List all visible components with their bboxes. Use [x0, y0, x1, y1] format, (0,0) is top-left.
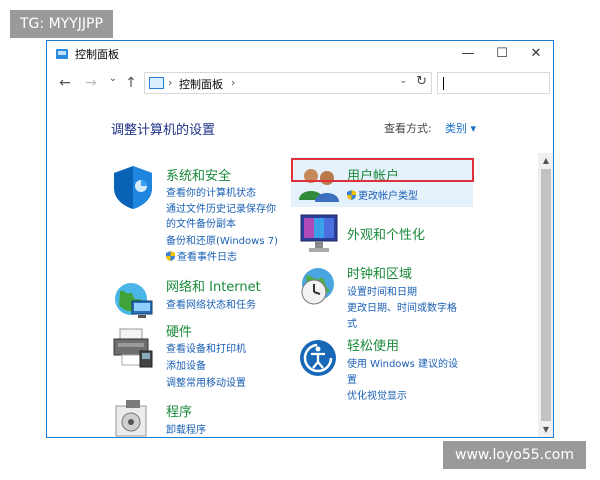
category-ease-of-access[interactable]: 轻松使用	[347, 335, 399, 354]
link-change-account-type-label: 更改帐户类型	[358, 191, 418, 202]
clock-region-icon[interactable]	[296, 264, 342, 310]
content-area: 调整计算机的设置 查看方式: 类别 ▾ 系统和安全 查看你的计算机状态 通过文件…	[47, 101, 538, 438]
uac-shield-icon	[347, 190, 356, 200]
link-add-device[interactable]: 添加设备	[166, 357, 206, 372]
link-backup-restore[interactable]: 备份和还原(Windows 7)	[166, 232, 278, 247]
breadcrumb-separator[interactable]: ›	[231, 76, 235, 89]
recent-locations-dropdown[interactable]: ⌄	[105, 73, 121, 84]
view-by-dropdown[interactable]: 类别 ▾	[445, 120, 476, 136]
forward-button[interactable]: →	[83, 75, 99, 91]
category-network-internet[interactable]: 网络和 Internet	[166, 276, 261, 295]
address-bar[interactable]: › 控制面板 › ⌄ ↻	[144, 72, 432, 94]
appearance-monitor-icon[interactable]	[297, 211, 341, 257]
up-button[interactable]: ↑	[123, 75, 139, 91]
red-annotation-box	[291, 158, 474, 182]
title-bar: 控制面板 — ☐ ✕	[47, 41, 553, 67]
uac-shield-icon	[166, 251, 175, 261]
refresh-icon[interactable]: ↻	[416, 74, 427, 89]
category-clock-region[interactable]: 时钟和区域	[347, 263, 412, 282]
link-optimize-visual[interactable]: 优化视觉显示	[347, 387, 407, 402]
link-mobility-settings[interactable]: 调整常用移动设置	[166, 374, 246, 389]
link-network-status[interactable]: 查看网络状态和任务	[166, 296, 256, 311]
search-input[interactable]	[437, 72, 550, 94]
control-panel-icon	[56, 49, 68, 59]
link-change-format-1[interactable]: 更改日期、时间或数字格	[347, 299, 457, 314]
scroll-thumb[interactable]	[541, 169, 551, 421]
text-caret	[443, 77, 444, 90]
scroll-down-arrow[interactable]: ▼	[538, 422, 553, 437]
network-globe-icon[interactable]	[110, 277, 156, 323]
control-panel-small-icon	[149, 77, 164, 89]
minimize-button[interactable]: —	[451, 41, 485, 67]
maximize-button[interactable]: ☐	[485, 41, 519, 67]
printer-hardware-icon[interactable]	[110, 325, 156, 371]
breadcrumb-control-panel[interactable]: 控制面板	[179, 76, 223, 92]
link-windows-suggested-1[interactable]: 使用 Windows 建议的设	[347, 355, 458, 370]
link-uninstall-program[interactable]: 卸载程序	[166, 421, 206, 436]
link-set-time-date[interactable]: 设置时间和日期	[347, 283, 417, 298]
programs-icon[interactable]	[112, 398, 158, 438]
close-button[interactable]: ✕	[519, 41, 553, 67]
link-view-event-log-label: 查看事件日志	[177, 252, 237, 263]
category-system-security[interactable]: 系统和安全	[166, 165, 231, 184]
breadcrumb-separator: ›	[168, 76, 173, 89]
scroll-up-arrow[interactable]: ▲	[538, 153, 553, 169]
link-file-history-2[interactable]: 的文件备份副本	[166, 215, 236, 230]
link-devices-printers[interactable]: 查看设备和打印机	[166, 340, 246, 355]
watermark-bottom-right: www.loyo55.com	[443, 441, 586, 469]
vertical-scrollbar[interactable]: ▲ ▼	[538, 153, 553, 437]
link-file-history-1[interactable]: 通过文件历史记录保存你	[166, 200, 276, 215]
category-programs[interactable]: 程序	[166, 401, 192, 420]
ease-of-access-icon[interactable]	[296, 336, 342, 382]
page-title: 调整计算机的设置	[111, 123, 216, 138]
back-button[interactable]: ←	[57, 75, 73, 91]
category-appearance[interactable]: 外观和个性化	[347, 224, 425, 243]
link-view-computer-status[interactable]: 查看你的计算机状态	[166, 184, 256, 199]
view-by-label: 查看方式:	[384, 122, 432, 135]
system-security-shield-icon[interactable]	[110, 164, 156, 210]
link-change-format-2[interactable]: 式	[347, 315, 357, 330]
address-dropdown[interactable]: ⌄	[399, 76, 407, 86]
window-title: 控制面板	[75, 48, 119, 61]
link-change-account-type[interactable]: 更改帐户类型	[347, 187, 418, 202]
control-panel-window: 控制面板 — ☐ ✕ ← → ⌄ ↑ › 控制面板 › ⌄ ↻ 调整计算机的设置…	[46, 40, 554, 438]
link-view-event-log[interactable]: 查看事件日志	[166, 248, 237, 263]
category-hardware[interactable]: 硬件	[166, 321, 192, 340]
link-windows-suggested-2[interactable]: 置	[347, 371, 357, 386]
watermark-top-left: TG: MYYJJPP	[10, 10, 113, 38]
